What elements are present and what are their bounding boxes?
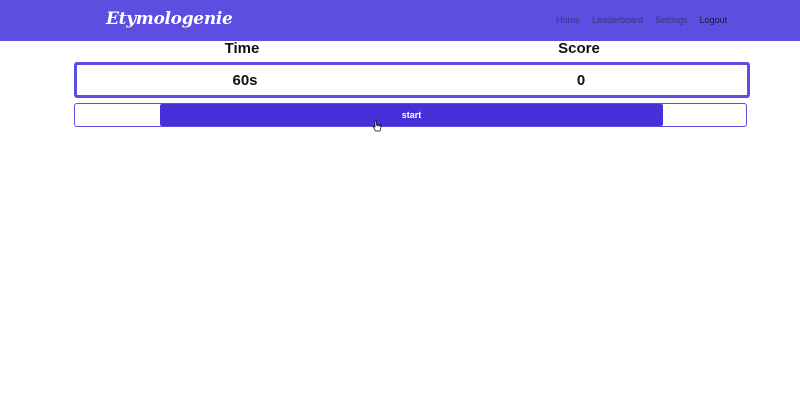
stat-box: 60s 0 <box>74 62 750 98</box>
nav-link-leaderboard[interactable]: Leaderboard <box>592 15 643 25</box>
time-value: 60s <box>232 72 258 89</box>
score-value: 0 <box>576 72 586 89</box>
nav-link-home[interactable]: Home <box>556 15 580 25</box>
hand-pointer-icon <box>372 120 382 132</box>
nav-link-logout[interactable]: Logout <box>700 15 728 25</box>
action-box: start <box>74 103 747 127</box>
brand-logo[interactable]: Etymologenie <box>106 9 233 29</box>
start-button[interactable]: start <box>160 104 663 126</box>
nav-links: Home Leaderboard Settings Logout <box>556 15 727 25</box>
time-label: Time <box>224 40 260 57</box>
navbar: Etymologenie Home Leaderboard Settings L… <box>0 0 800 41</box>
nav-link-settings[interactable]: Settings <box>655 15 688 25</box>
stat-labels: Time Score <box>75 40 747 60</box>
score-label: Score <box>558 40 600 57</box>
